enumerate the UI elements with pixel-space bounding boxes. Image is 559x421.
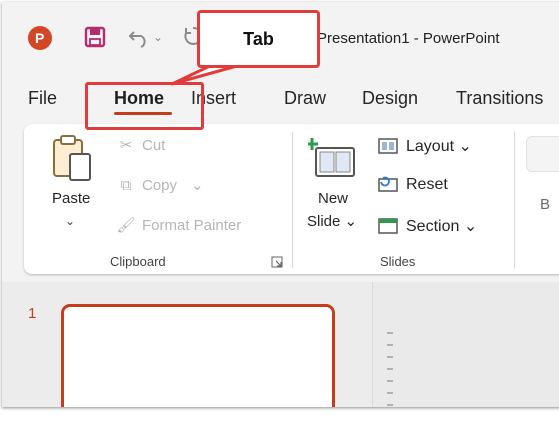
- layout-button[interactable]: Layout ⌄: [378, 136, 472, 156]
- layout-label: Layout: [406, 138, 455, 155]
- copy-dropdown-icon[interactable]: ⌄: [191, 177, 204, 194]
- dialog-launcher-icon[interactable]: [271, 256, 283, 268]
- slide-editor-area[interactable]: [373, 282, 559, 407]
- font-name-box[interactable]: [526, 136, 559, 172]
- annotation-callout: Tab: [197, 10, 320, 68]
- reset-label: Reset: [406, 176, 448, 193]
- callout-label: Tab: [243, 29, 274, 49]
- powerpoint-logo-icon: [28, 26, 52, 50]
- undo-dropdown-icon[interactable]: ⌄: [153, 30, 163, 44]
- slides-group-label: Slides: [380, 254, 416, 269]
- new-slide-label[interactable]: New: [318, 190, 348, 207]
- scissors-icon: ✂: [119, 137, 133, 154]
- section-label: Section: [406, 218, 460, 235]
- home-tab-highlight: [85, 82, 204, 130]
- new-slide-button[interactable]: Slide ⌄: [307, 212, 357, 230]
- group-divider: [292, 132, 293, 268]
- new-slide-dropdown-icon[interactable]: ⌄: [345, 213, 358, 230]
- undo-icon[interactable]: [128, 26, 150, 48]
- copy-button[interactable]: ⧉ Copy ⌄: [116, 176, 204, 194]
- clipboard-paste-icon[interactable]: [50, 134, 94, 182]
- new-slide-icon[interactable]: [308, 136, 358, 180]
- section-dropdown-icon[interactable]: ⌄: [464, 218, 477, 235]
- clipboard-group-label: Clipboard: [110, 254, 166, 269]
- tab-draw[interactable]: Draw: [284, 88, 326, 109]
- section-button[interactable]: Section ⌄: [378, 216, 477, 236]
- paste-button[interactable]: Paste: [52, 190, 90, 207]
- section-icon: [378, 218, 398, 234]
- layout-icon: [378, 138, 398, 154]
- paintbrush-icon: 🖌: [116, 217, 136, 234]
- slide-thumbnail[interactable]: [61, 304, 335, 407]
- copy-icon: ⧉: [120, 177, 132, 194]
- format-painter-label: Format Painter: [142, 217, 242, 234]
- reset-button[interactable]: Reset: [378, 176, 448, 194]
- tab-file[interactable]: File: [28, 88, 57, 109]
- pane-splitter-handle[interactable]: [387, 332, 393, 407]
- cut-label: Cut: [142, 137, 166, 154]
- bold-button[interactable]: B: [540, 196, 550, 213]
- new-slide-label-line2: Slide: [307, 213, 341, 230]
- paste-dropdown-icon[interactable]: ⌄: [65, 214, 75, 228]
- group-divider: [514, 132, 515, 268]
- format-painter-button[interactable]: 🖌 Format Painter: [116, 216, 241, 234]
- reset-icon: [378, 176, 398, 192]
- save-icon[interactable]: [84, 26, 106, 48]
- cut-button[interactable]: ✂ Cut: [116, 136, 166, 154]
- window-title: Presentation1 - PowerPoint: [317, 30, 500, 47]
- slide-number: 1: [28, 305, 37, 322]
- tab-design[interactable]: Design: [362, 88, 418, 109]
- layout-dropdown-icon[interactable]: ⌄: [459, 138, 472, 155]
- tab-transitions[interactable]: Transitions: [456, 88, 543, 109]
- copy-label: Copy: [142, 177, 178, 194]
